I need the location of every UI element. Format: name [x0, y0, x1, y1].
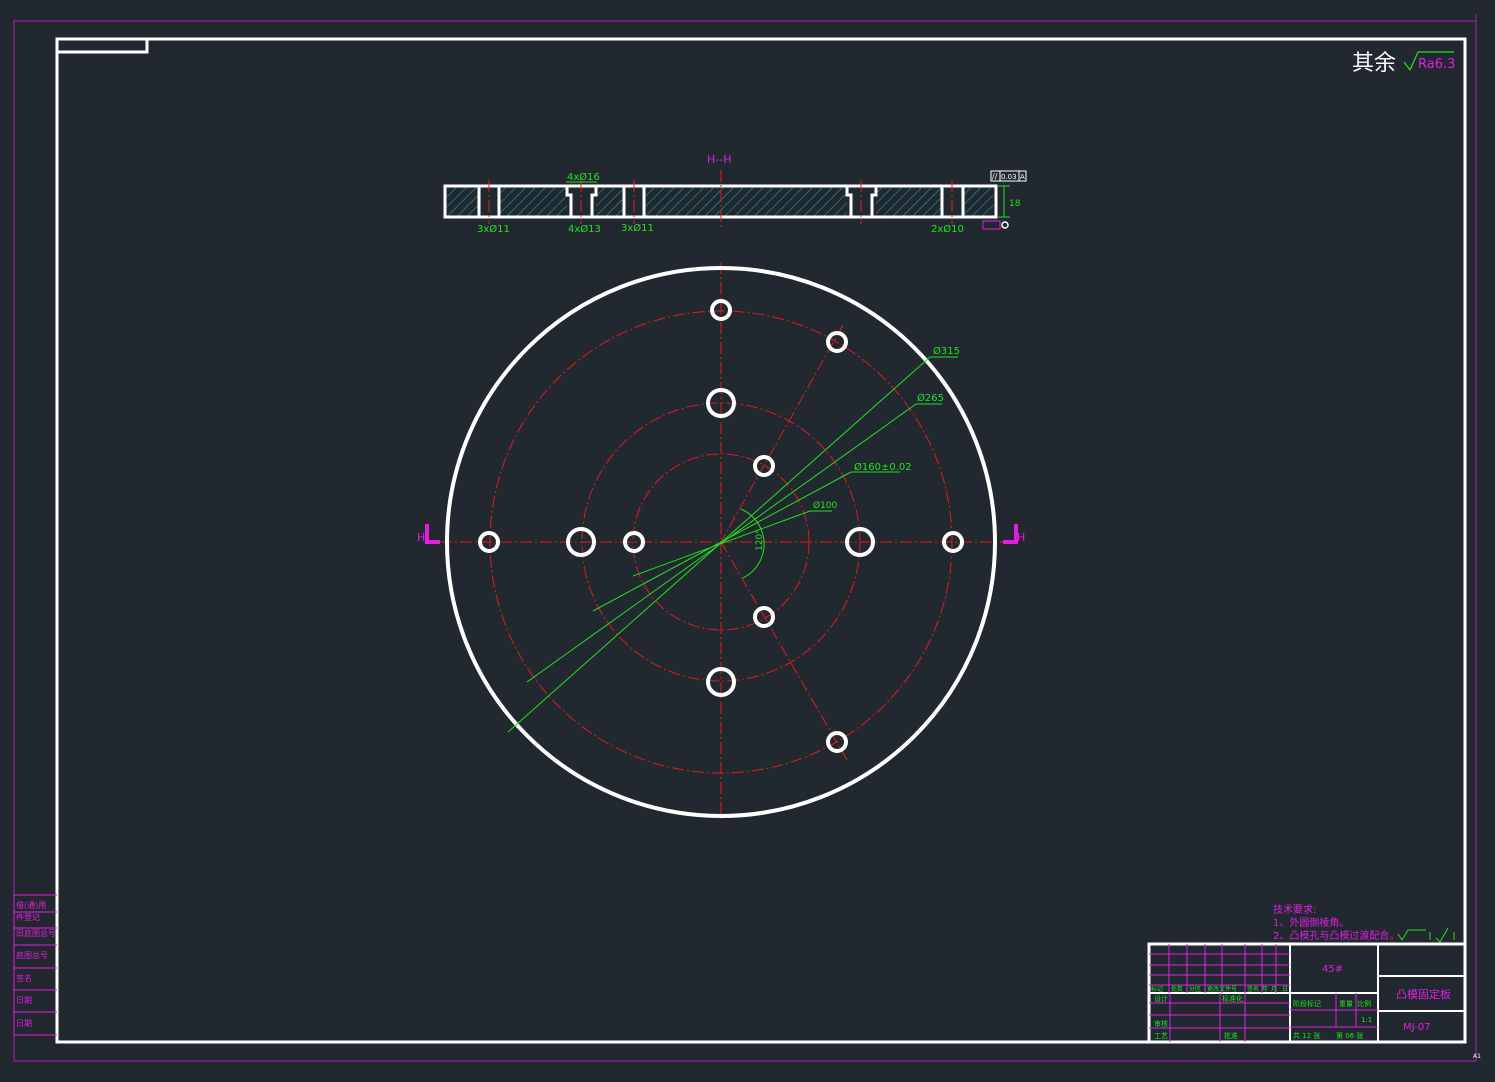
revision-header: 月 — [1271, 986, 1277, 993]
section-hatch-4 — [644, 188, 847, 216]
sheet-outer-frame — [13, 20, 1477, 1062]
revision-header: 日 — [1282, 986, 1288, 993]
corner-mark: A1 — [1473, 1053, 1481, 1060]
strip-label: 旧底图总号 — [16, 928, 56, 938]
section-mark-left: H — [417, 531, 425, 544]
dim-265: Ø265 — [917, 392, 944, 404]
datum-marker-icon — [1001, 221, 1009, 229]
revision-header: 年 — [1262, 985, 1268, 993]
role-label: 审核 — [1154, 1019, 1168, 1028]
revision-header: 处数 — [1171, 985, 1183, 993]
fit-roughness-icon — [1397, 927, 1455, 943]
role-label: 工艺 — [1154, 1032, 1168, 1040]
section-arrow-right-icon — [1003, 524, 1018, 544]
scale-cell: 比例 — [1357, 999, 1371, 1008]
material: 45# — [1322, 964, 1343, 975]
section-hatch-2 — [499, 188, 567, 216]
angle-label: 120° — [755, 529, 765, 551]
drawing-canvas: 其余 Ra6.3 H--H 4xØ16 3xØ11 4xØ13 3xØ11 2x… — [0, 0, 1495, 1078]
callout-hole-4: 2xØ10 — [931, 223, 964, 235]
callout-counterbore: 4xØ16 — [567, 171, 600, 183]
part-name: 凸模固定板 — [1396, 987, 1451, 1001]
revision-header: 标记 — [1151, 985, 1163, 993]
drawing-number: MJ-07 — [1403, 1022, 1431, 1033]
revision-header: 签名 — [1247, 985, 1259, 993]
section-hatch-6 — [963, 188, 993, 216]
role-label: 批准 — [1224, 1031, 1238, 1040]
strip-label: 件登记 — [16, 912, 40, 922]
dim-100: Ø100 — [813, 500, 838, 511]
roughness-prefix: 其余 — [1352, 51, 1396, 76]
sheet-number: 第 06 张 — [1336, 1031, 1363, 1040]
section-hatch-3 — [596, 188, 624, 216]
section-mark-right: H — [1017, 531, 1025, 544]
weight-cell: 重量 — [1339, 1000, 1353, 1008]
callout-hole-2: 4xØ13 — [568, 223, 601, 235]
tech-item-1: 1、外圆倒棱角。 — [1273, 916, 1349, 929]
corner-tab — [55, 37, 149, 54]
callout-hole-3: 3xØ11 — [621, 222, 654, 234]
strip-label: 签名 — [16, 973, 32, 983]
diagonal-centerline — [720, 541, 848, 761]
strip-label: 日期 — [16, 1019, 32, 1028]
tech-item-2: 2、凸模孔与凸模过渡配合。 — [1273, 929, 1399, 942]
parallelism-value: 0.03 — [1001, 173, 1017, 181]
tech-requirements: 技术要求: 1、外圆倒棱角。 2、凸模孔与凸模过渡配合。 — [1273, 903, 1455, 943]
roughness-value: Ra6.3 — [1418, 57, 1455, 72]
role-label: 设计 — [1154, 994, 1168, 1003]
section-title: H--H — [707, 153, 731, 166]
sheets-total: 共 12 张 — [1293, 1031, 1320, 1040]
parallelism-datum: A — [1020, 173, 1025, 181]
section-arrow-left-icon — [425, 524, 440, 544]
thickness-value: 18 — [1009, 199, 1021, 209]
strip-label: 借(通)用 — [16, 900, 46, 910]
section-view: 4xØ16 3xØ11 4xØ13 3xØ11 2xØ10 18 // 0.03… — [443, 170, 1027, 235]
section-hatch-1 — [447, 188, 479, 216]
stage-mark-cell: 阶段标记 — [1293, 999, 1321, 1008]
plan-view: Ø315 Ø265 Ø160±0.02 Ø100 120° H H — [417, 262, 1025, 822]
scale-value: 1:1 — [1361, 1016, 1372, 1024]
dim-160: Ø160±0.02 — [854, 461, 912, 473]
title-block: 45# 凸模固定板 MJ-07 阶段标记 重量 比例 1:1 共 12 张 第 … — [1147, 942, 1467, 1044]
revision-header: 分区 — [1189, 985, 1201, 993]
revision-header: 更改文件号 — [1207, 985, 1237, 993]
callout-hole-1: 3xØ11 — [477, 223, 510, 235]
parallelism-symbol: // — [992, 172, 998, 181]
tech-heading: 技术要求: — [1273, 903, 1316, 916]
datum-box — [982, 220, 1001, 230]
section-hatch-5 — [876, 188, 942, 216]
left-strip: 借(通)用件登记旧底图总号底图总号签名日期日期 — [13, 894, 57, 1036]
strip-label: 日期 — [16, 996, 32, 1005]
dim-315: Ø315 — [933, 345, 960, 357]
role-label: 标准化 — [1222, 994, 1243, 1003]
cad-drawing: 其余 Ra6.3 H--H 4xØ16 3xØ11 4xØ13 3xØ11 2x… — [13, 14, 1481, 1062]
strip-label: 底图总号 — [16, 950, 48, 960]
